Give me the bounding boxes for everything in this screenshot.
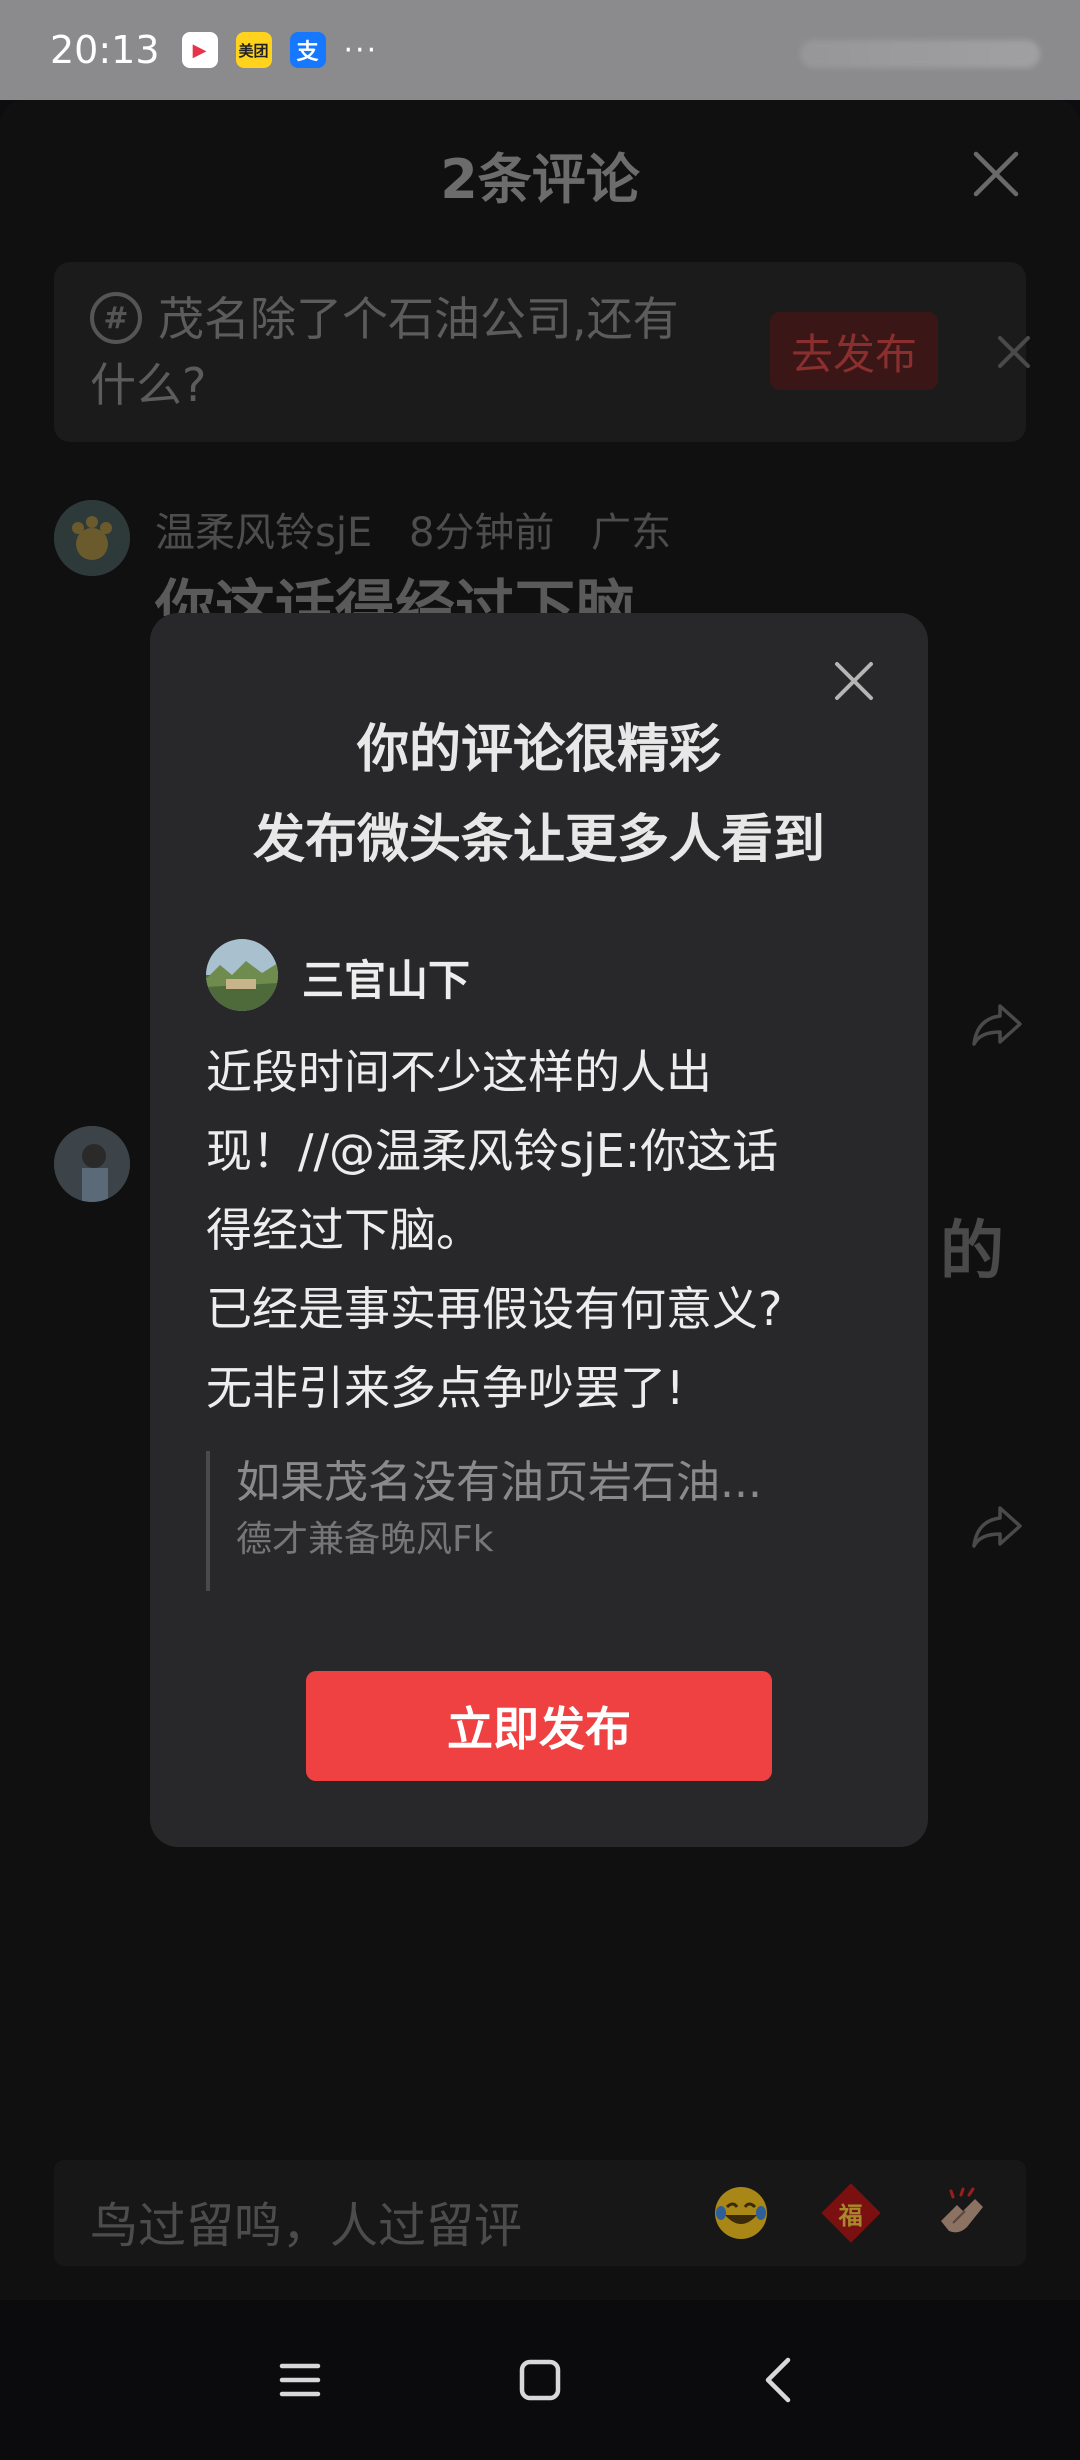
share-icon[interactable] (970, 1000, 1026, 1048)
comment-author[interactable]: 温柔风铃sjE (155, 510, 372, 556)
post-line: 近段时间不少这样的人出 (206, 1045, 712, 1099)
close-icon[interactable] (832, 659, 876, 703)
quoted-title: 如果茂名没有油页岩石油... (236, 1457, 762, 1508)
video-app-icon: ▶ (181, 32, 218, 68)
avatar[interactable] (54, 1126, 130, 1202)
status-time: 20:13 (50, 28, 160, 72)
comment-input[interactable]: 鸟过留鸣，人过留评 福 (54, 2160, 1026, 2266)
laughing-emoji-icon[interactable] (710, 2182, 772, 2244)
post-line: 已经是事实再假设有何意义? (206, 1282, 783, 1336)
quoted-author: 德才兼备晚风Fk (236, 1519, 494, 1560)
status-indicators (800, 40, 1040, 68)
comment-body-partial: 的 (940, 1215, 1004, 1289)
fu-emoji-icon[interactable]: 福 (820, 2182, 882, 2244)
post-line: 得经过下脑。 (206, 1203, 482, 1257)
navigation-bar (0, 2300, 1080, 2460)
more-notifications-icon: ··· (343, 32, 379, 68)
avatar[interactable] (54, 500, 130, 576)
home-icon[interactable] (510, 2350, 570, 2410)
menu-icon[interactable] (270, 2350, 330, 2410)
post-line: 现！//@温柔风铃sjE:你这话 (206, 1124, 779, 1178)
publish-dialog: 你的评论很精彩 发布微头条让更多人看到 三官山下 近段时间不少这样的人出 现！/… (150, 613, 928, 1847)
share-icon[interactable] (970, 1502, 1026, 1550)
clapping-emoji-icon[interactable] (930, 2182, 992, 2244)
topic-card: # 茂名除了个石油公司,还有什么? 去发布 (54, 262, 1030, 442)
dialog-title-line1: 你的评论很精彩 (356, 720, 721, 780)
post-author: 三官山下 (302, 956, 471, 1005)
meituan-app-icon: 美团 (235, 32, 272, 68)
post-line: 无非引来多点争吵罢了! (206, 1361, 685, 1415)
comment-time: 8分钟前 (408, 510, 555, 556)
dialog-title: 你的评论很精彩 发布微头条让更多人看到 (150, 705, 928, 885)
comment-sheet-title: 2条评论 (440, 148, 640, 211)
avatar (206, 939, 278, 1011)
close-icon[interactable] (970, 148, 1022, 200)
quoted-article: 如果茂名没有油页岩石油... 德才兼备晚风Fk (206, 1451, 846, 1591)
alipay-app-icon: 支 (289, 32, 326, 68)
topic-text: 茂名除了个石油公司,还有什么? (90, 292, 679, 412)
dismiss-topic-icon[interactable] (994, 332, 1034, 372)
fu-character: 福 (839, 2201, 863, 2230)
topic-publish-button[interactable]: 去发布 (770, 312, 938, 390)
post-text: 近段时间不少这样的人出 现！//@温柔风铃sjE:你这话 得经过下脑。 已经是事… (206, 1033, 886, 1428)
comment-meta: 温柔风铃sjE 8分钟前 广东 (155, 500, 695, 558)
comment-input-placeholder: 鸟过留鸣，人过留评 (90, 2198, 523, 2254)
comment-body: 你这话得经过下脑 (155, 574, 635, 616)
publish-now-button[interactable]: 立即发布 (306, 1671, 772, 1781)
back-icon[interactable] (750, 2350, 810, 2410)
status-bar: 20:13 ▶ 美团 支 ··· (0, 0, 1080, 100)
comment-location: 广东 (591, 510, 672, 556)
dialog-title-line2: 发布微头条让更多人看到 (252, 810, 825, 870)
